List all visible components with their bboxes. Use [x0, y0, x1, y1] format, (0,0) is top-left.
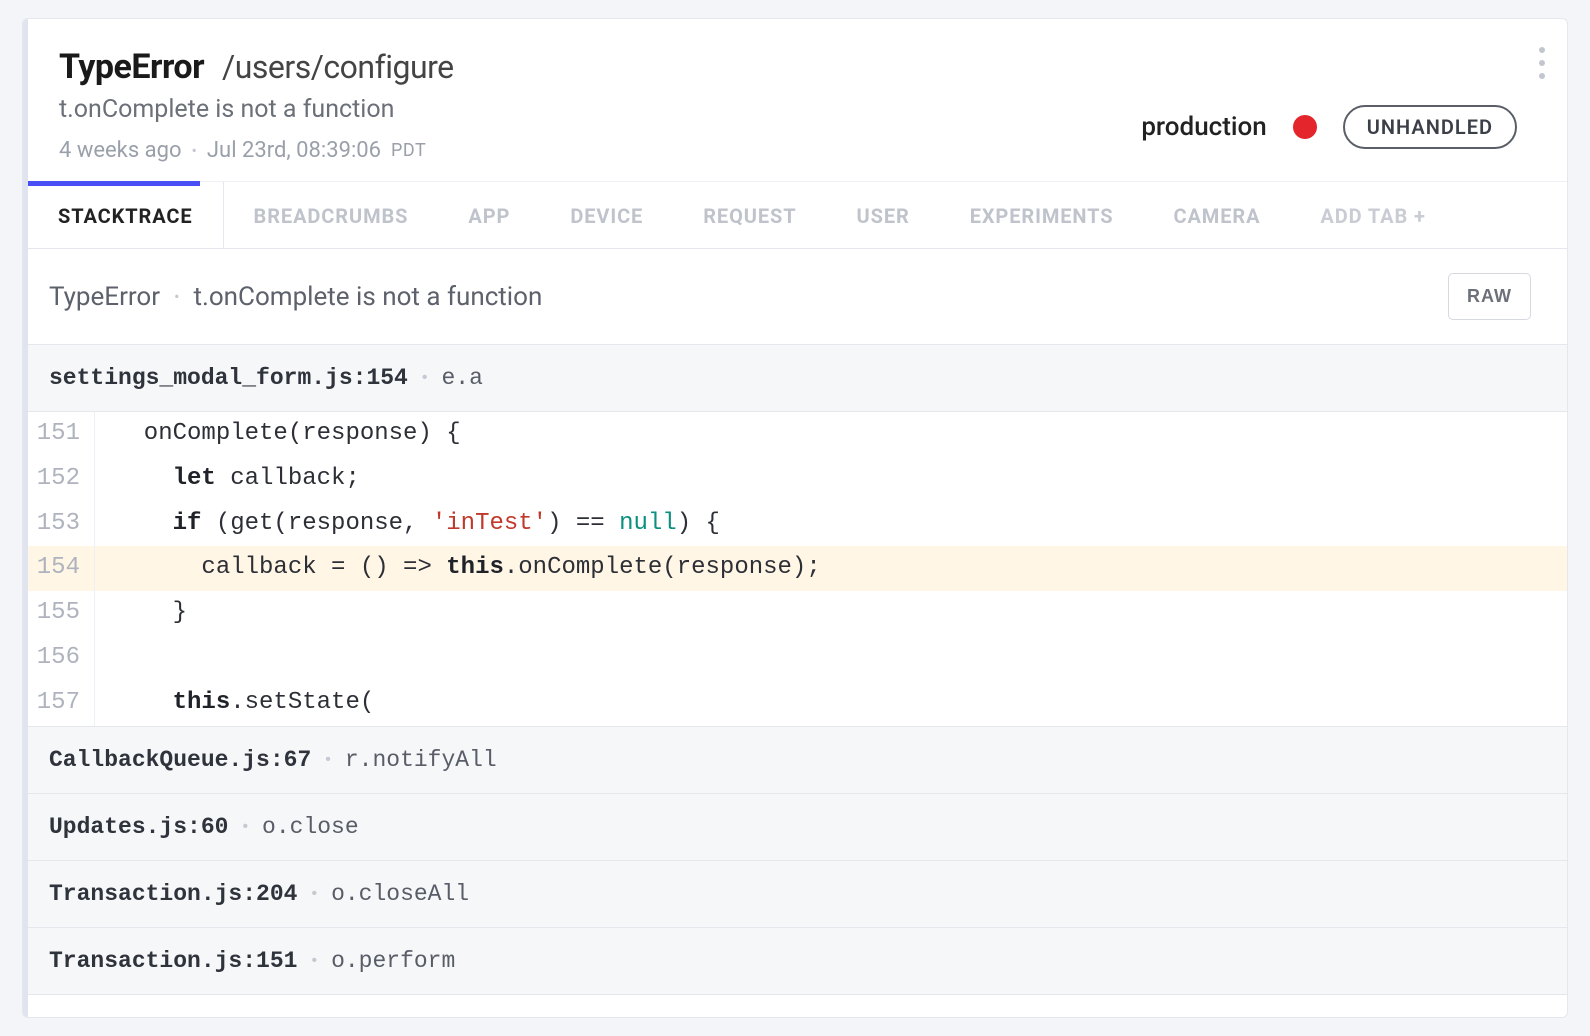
tab-experiments[interactable]: EXPERIMENTS: [940, 182, 1144, 248]
stack-frame[interactable]: CallbackQueue.js:67 • r.notifyAll: [23, 726, 1567, 793]
tab-stacktrace[interactable]: STACKTRACE: [28, 182, 224, 248]
error-type: TypeError: [59, 47, 204, 87]
dot-separator-icon: •: [174, 287, 179, 306]
line-number: 155: [23, 591, 95, 636]
dot-separator-icon: •: [309, 952, 319, 970]
stack-frame[interactable]: Transaction.js:204 • o.closeAll: [23, 860, 1567, 927]
code-text: this.setState(: [95, 681, 1567, 726]
subheader-message: t.onComplete is not a function: [193, 282, 542, 312]
stack-frame[interactable]: settings_modal_form.js:154 • e.a: [23, 344, 1567, 411]
code-text: let callback;: [95, 457, 1567, 502]
frame-function: o.closeAll: [331, 881, 469, 907]
handled-badge: UNHANDLED: [1343, 105, 1517, 149]
dot-separator-icon: •: [323, 751, 333, 769]
dot-separator-icon: •: [420, 369, 430, 387]
code-text: onComplete(response) {: [95, 412, 1567, 457]
frame-function: r.notifyAll: [345, 747, 497, 773]
frame-function: e.a: [441, 365, 482, 391]
error-context: /users/configure: [222, 48, 454, 86]
code-text: [95, 636, 1567, 681]
code-text: if (get(response, 'inTest') == null) {: [95, 502, 1567, 547]
error-timestamp: Jul 23rd, 08:39:06: [207, 138, 381, 163]
raw-button[interactable]: RAW: [1448, 273, 1531, 320]
code-text: callback = () => this.onComplete(respons…: [95, 546, 1567, 591]
code-block: 151 onComplete(response) { 152 let callb…: [23, 411, 1567, 726]
stage-label: production: [1141, 112, 1266, 142]
frame-location: Transaction.js:204: [49, 881, 297, 907]
line-number: 156: [23, 636, 95, 681]
tab-app[interactable]: APP: [438, 182, 540, 248]
line-number: 154: [23, 546, 95, 591]
tab-user[interactable]: USER: [827, 182, 940, 248]
subheader-type: TypeError: [49, 282, 160, 312]
error-timezone: PDT: [391, 140, 426, 161]
code-text: }: [95, 591, 1567, 636]
dot-separator-icon: •: [192, 141, 197, 160]
line-number: 153: [23, 502, 95, 547]
frame-location: Updates.js:60: [49, 814, 228, 840]
error-message: t.onComplete is not a function: [59, 95, 454, 124]
line-number: 152: [23, 457, 95, 502]
tab-add[interactable]: ADD TAB +: [1290, 182, 1455, 248]
tab-camera[interactable]: CAMERA: [1143, 182, 1290, 248]
status-dot-icon: [1293, 115, 1317, 139]
stacktrace-subheader: TypeError • t.onComplete is not a functi…: [23, 249, 1567, 344]
frame-function: o.close: [262, 814, 359, 840]
frame-location: Transaction.js:151: [49, 948, 297, 974]
error-card: TypeError /users/configure t.onComplete …: [22, 18, 1568, 1018]
frame-function: o.perform: [331, 948, 455, 974]
frame-location: CallbackQueue.js:67: [49, 747, 311, 773]
line-number: 151: [23, 412, 95, 457]
line-number: 157: [23, 681, 95, 726]
tab-breadcrumbs[interactable]: BREADCRUMBS: [224, 182, 439, 248]
dot-separator-icon: •: [309, 885, 319, 903]
tab-bar: STACKTRACE BREADCRUMBS APP DEVICE REQUES…: [28, 181, 1567, 249]
stack-frame[interactable]: Transaction.js:151 • o.perform: [23, 927, 1567, 995]
error-header: TypeError /users/configure t.onComplete …: [23, 19, 1567, 181]
error-meta: 4 weeks ago • Jul 23rd, 08:39:06 PDT: [59, 138, 454, 163]
dot-separator-icon: •: [240, 818, 250, 836]
frame-location: settings_modal_form.js:154: [49, 365, 408, 391]
error-age: 4 weeks ago: [59, 138, 182, 163]
tab-request[interactable]: REQUEST: [673, 182, 826, 248]
stack-frame[interactable]: Updates.js:60 • o.close: [23, 793, 1567, 860]
tab-device[interactable]: DEVICE: [540, 182, 673, 248]
active-tab-indicator: [28, 181, 200, 186]
